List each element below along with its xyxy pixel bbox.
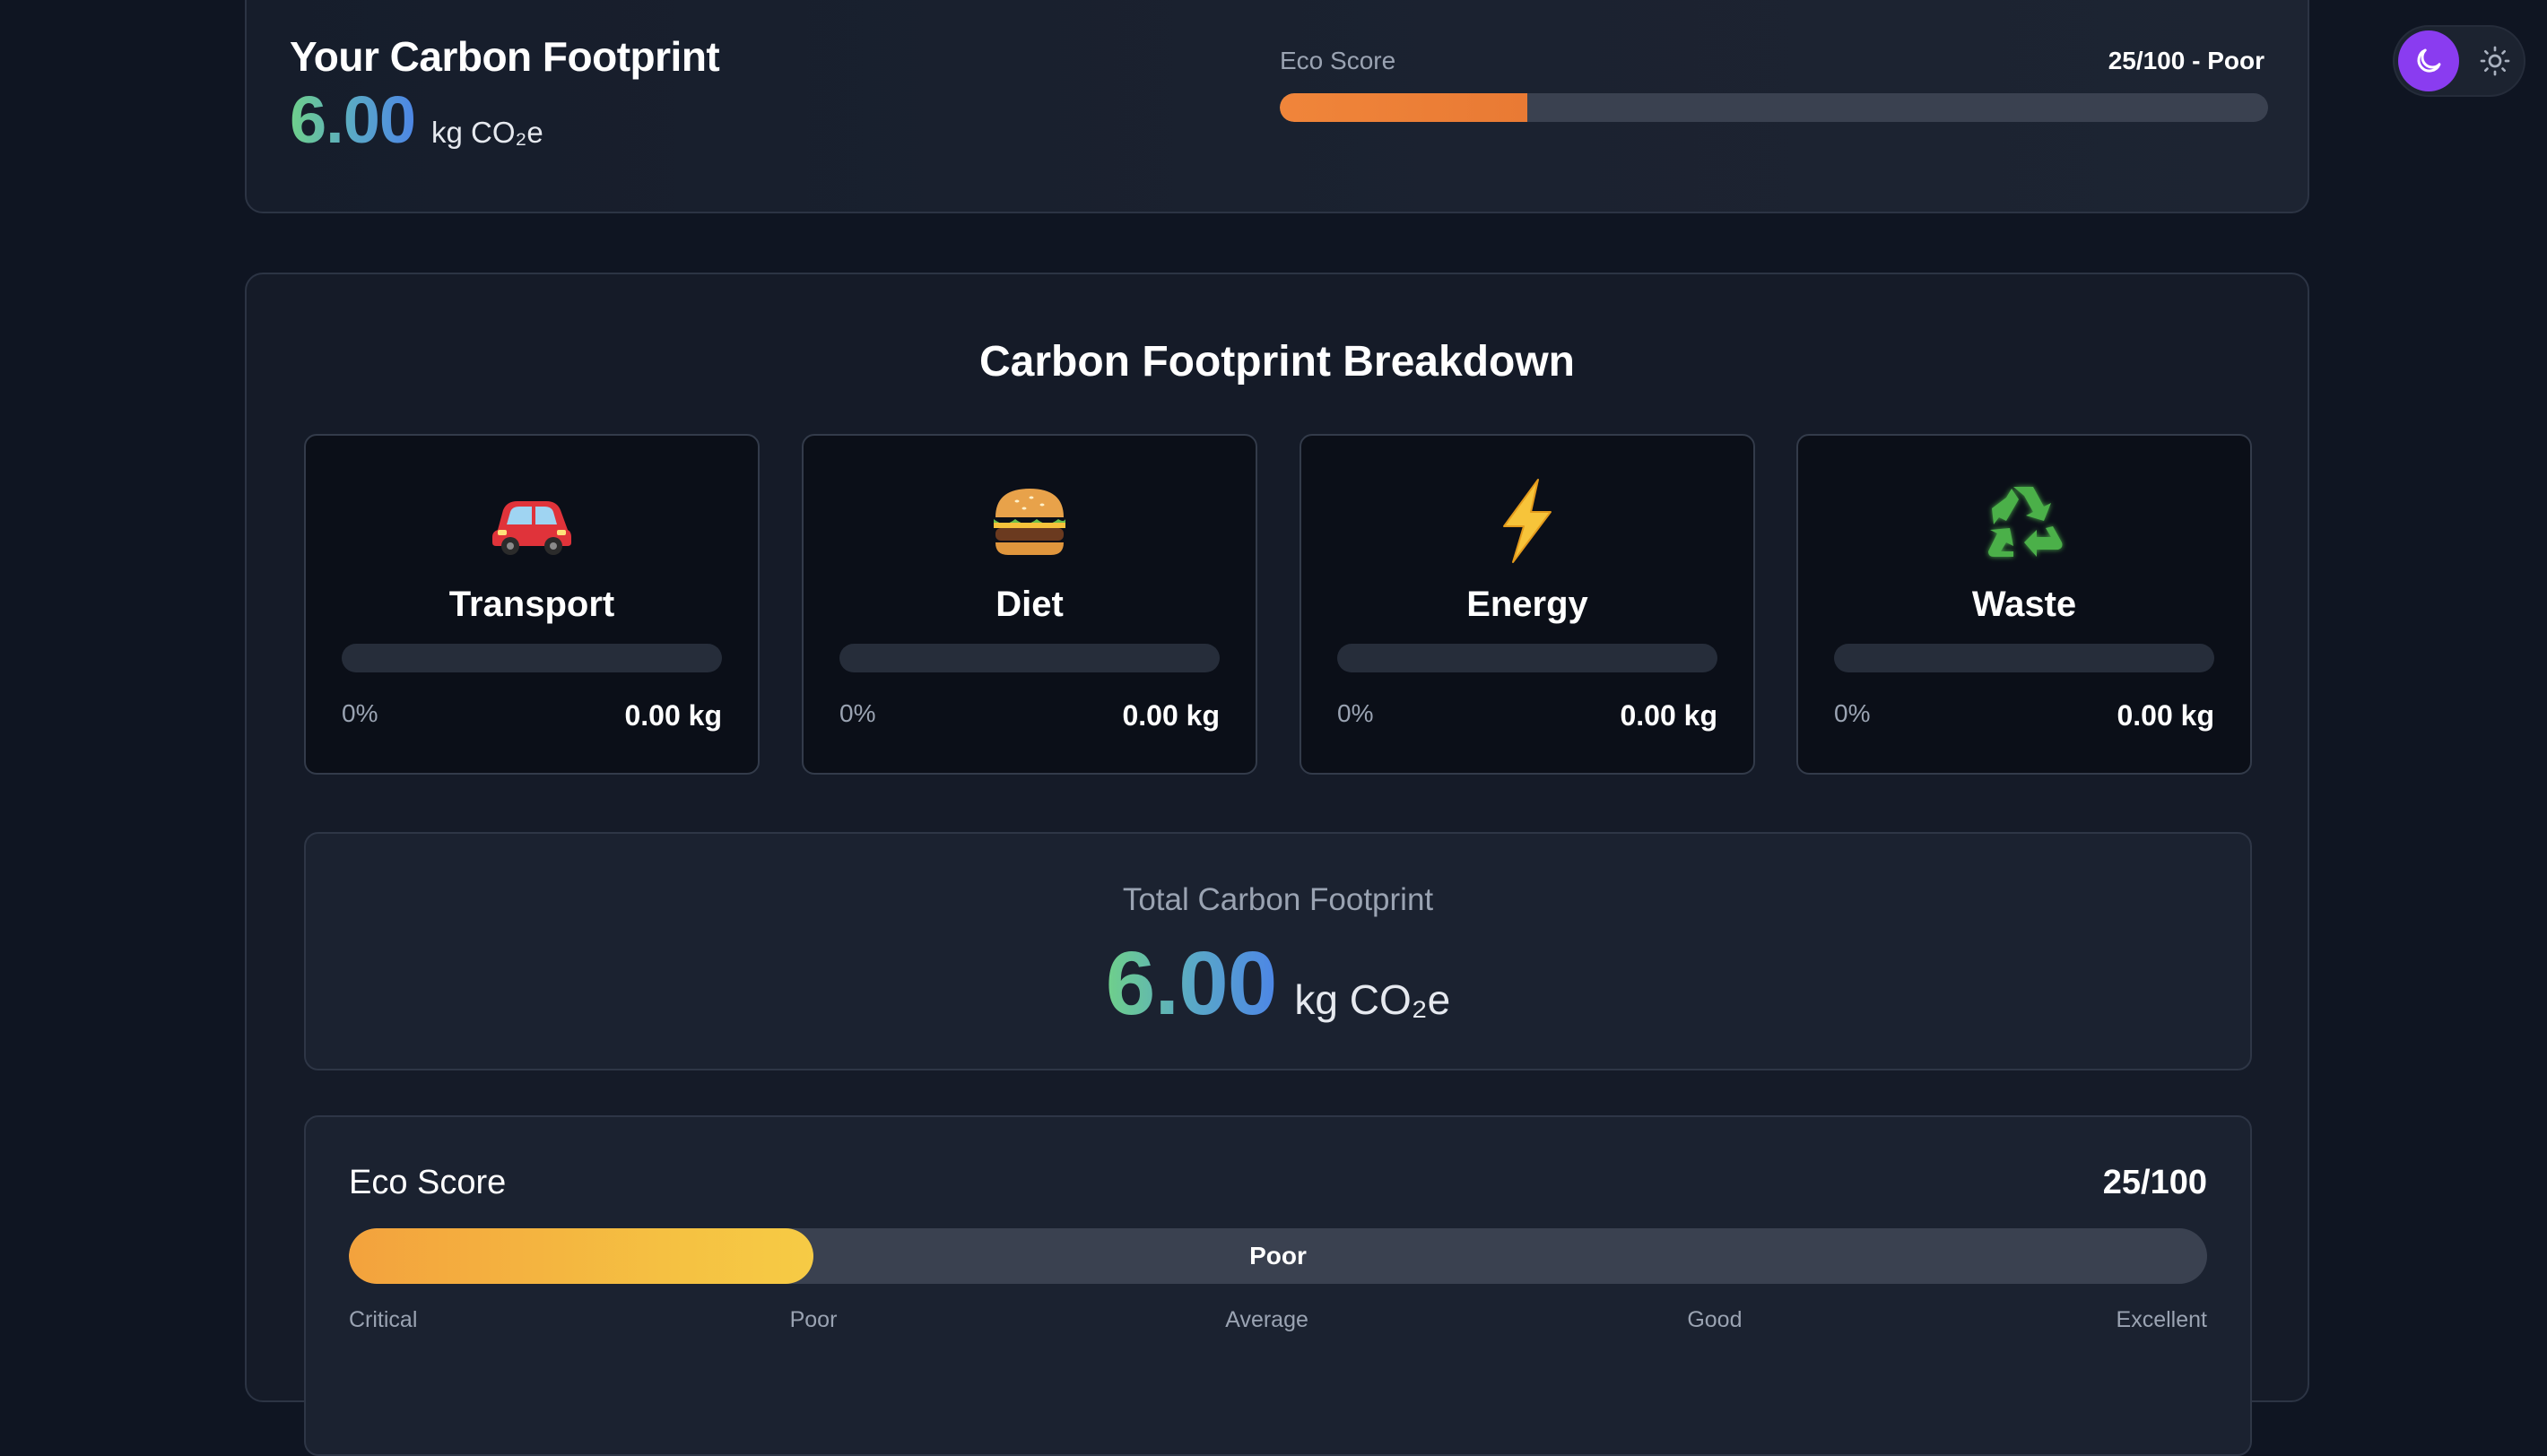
category-grid: Transport 0% 0.00 kg Diet 0% 0.00 kg Ene… <box>304 434 2252 775</box>
eco-scale-label: Poor <box>789 1307 838 1332</box>
summary-eco-label: Eco Score <box>1280 47 1396 74</box>
category-name: Diet <box>995 585 1064 624</box>
light-mode-button[interactable] <box>2468 34 2522 88</box>
category-card-waste: Waste 0% 0.00 kg <box>1796 434 2252 775</box>
summary-eco-score: 25/100 - Poor <box>2108 47 2264 74</box>
category-progress <box>1834 644 2214 672</box>
category-kg: 0.00 kg <box>1620 699 1717 732</box>
category-card-energy: Energy 0% 0.00 kg <box>1300 434 1755 775</box>
eco-score-label: Eco Score <box>349 1164 507 1201</box>
category-kg: 0.00 kg <box>1122 699 1220 732</box>
category-name: Waste <box>1971 585 2077 624</box>
total-footprint-label: Total Carbon Footprint <box>1122 882 1434 917</box>
car-icon <box>306 472 758 570</box>
category-kg: 0.00 kg <box>2117 699 2214 732</box>
summary-title: Your Carbon Footprint <box>290 33 720 80</box>
total-footprint-value-row: 6.00 kg CO₂e <box>306 934 2250 1033</box>
eco-scale-label: Average <box>1225 1307 1308 1332</box>
category-name: Energy <box>1466 585 1588 624</box>
eco-score-box: Eco Score 25/100 Poor Critical Poor Aver… <box>304 1115 2252 1456</box>
summary-eco-progress <box>1280 93 2268 122</box>
category-progress <box>342 644 722 672</box>
total-footprint-box: Total Carbon Footprint 6.00 kg CO₂e <box>304 832 2252 1070</box>
lightning-icon <box>1301 472 1753 570</box>
eco-score-progress: Poor <box>349 1228 2207 1284</box>
category-kg: 0.00 kg <box>624 699 722 732</box>
category-card-diet: Diet 0% 0.00 kg <box>802 434 1257 775</box>
category-name: Transport <box>448 585 615 624</box>
category-progress <box>1337 644 1717 672</box>
summary-footprint-unit: kg CO₂e <box>431 116 543 149</box>
summary-footprint-value: 6.00 <box>290 82 416 157</box>
eco-score-scale: Critical Poor Average Good Excellent <box>349 1307 2207 1336</box>
breakdown-title: Carbon Footprint Breakdown <box>979 338 1575 386</box>
eco-scale-label: Critical <box>349 1307 418 1332</box>
theme-toggle[interactable] <box>2393 25 2525 97</box>
category-card-transport: Transport 0% 0.00 kg <box>304 434 760 775</box>
category-percent: 0% <box>839 699 876 727</box>
recycle-icon <box>1798 472 2250 570</box>
eco-scale-label: Good <box>1687 1307 1743 1332</box>
category-progress <box>839 644 1220 672</box>
summary-eco-progress-fill <box>1280 93 1527 122</box>
category-percent: 0% <box>1834 699 1871 727</box>
category-percent: 0% <box>342 699 378 727</box>
moon-icon <box>2417 48 2441 73</box>
summary-card: Your Carbon Footprint 6.00 kg CO₂e Eco S… <box>245 0 2309 213</box>
eco-score-value: 25/100 <box>2102 1164 2207 1201</box>
category-percent: 0% <box>1337 699 1374 727</box>
sun-icon <box>2480 46 2510 76</box>
dark-mode-button[interactable] <box>2398 30 2459 91</box>
total-footprint-value: 6.00 <box>1105 933 1278 1034</box>
breakdown-panel: Carbon Footprint Breakdown Transport 0% … <box>245 273 2309 1456</box>
eco-score-rating: Poor <box>1249 1242 1307 1270</box>
eco-scale-label: Excellent <box>2116 1307 2207 1332</box>
total-footprint-unit: kg CO₂e <box>1294 976 1451 1023</box>
summary-value-row: 6.00 kg CO₂e <box>290 84 543 156</box>
burger-icon <box>804 472 1256 570</box>
